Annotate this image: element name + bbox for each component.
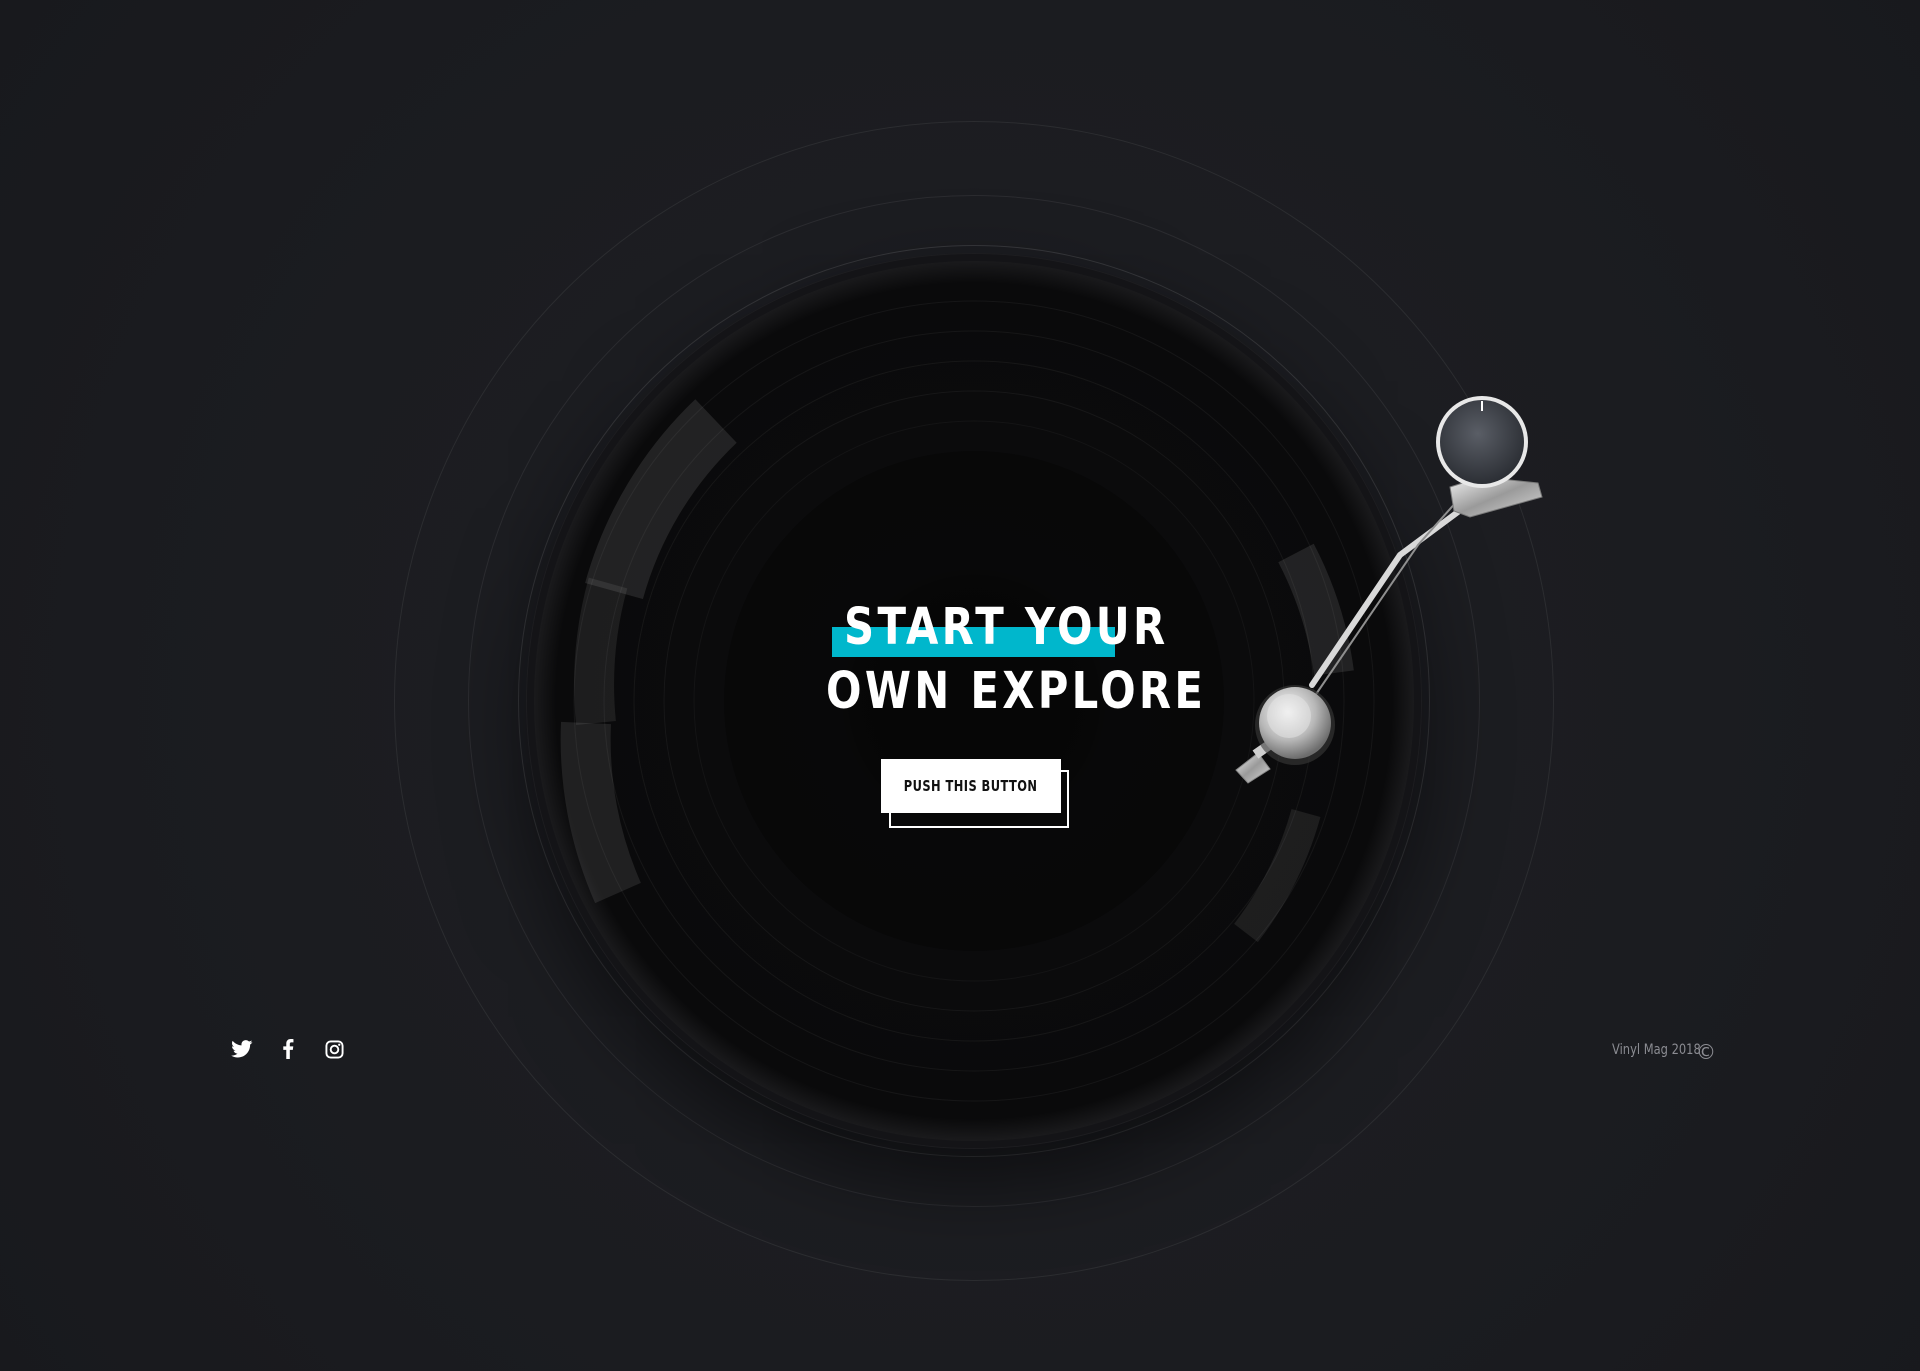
cta-label: PUSH THIS BUTTON bbox=[904, 777, 1038, 795]
instagram-icon[interactable] bbox=[322, 1038, 346, 1060]
headline-line-1: START YOUR bbox=[844, 598, 1169, 657]
copyright: Vinyl Mag 2018 © bbox=[1612, 1040, 1720, 1064]
facebook-icon[interactable] bbox=[276, 1038, 300, 1060]
social-links bbox=[230, 1038, 346, 1060]
twitter-icon[interactable] bbox=[230, 1038, 254, 1060]
copyright-symbol: © bbox=[1696, 1040, 1716, 1064]
counterweight-knob bbox=[1440, 400, 1524, 484]
tonearm[interactable] bbox=[1220, 385, 1560, 805]
copyright-text: Vinyl Mag 2018 bbox=[1612, 1042, 1701, 1058]
hero-headline: START YOUR OWN EXPLORE bbox=[826, 596, 1207, 724]
cta-container: PUSH THIS BUTTON bbox=[881, 759, 1071, 829]
page: START YOUR OWN EXPLORE PUSH THIS BUTTON bbox=[0, 0, 1920, 1371]
push-this-button[interactable]: PUSH THIS BUTTON bbox=[881, 759, 1061, 813]
headline-line-2: OWN EXPLORE bbox=[826, 662, 1207, 721]
tonearm-rod bbox=[1309, 500, 1480, 688]
